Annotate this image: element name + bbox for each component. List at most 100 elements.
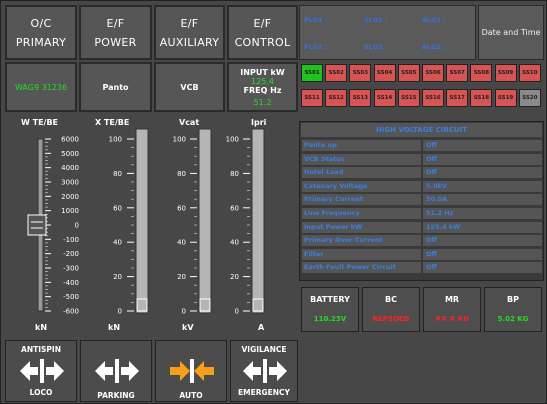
xte-tick-label: 100 [109, 136, 122, 144]
ss-button-ss11[interactable]: SS11 [301, 89, 323, 107]
arrows-outward-icon [95, 359, 139, 383]
ss-button-ss17[interactable]: SS17 [446, 89, 469, 107]
ipri-tick-label: 80 [230, 170, 239, 178]
hv-row: Earth Fault Power Circuit Off [302, 262, 542, 274]
bp-value: 5.02 KG [497, 315, 529, 323]
ipri-tick-label: 40 [230, 239, 239, 247]
alg1-label: ALG1 : [422, 16, 446, 24]
hv-row: Panto up Off [302, 140, 542, 151]
high-voltage-circuit-panel: HIGH VOLTAGE CIRCUIT Panto up Off VCB Stat… [299, 121, 544, 281]
vcat-tick-label: 20 [177, 273, 186, 281]
bc-label: BC [385, 295, 397, 304]
hv-row-label: Primary Current [302, 194, 421, 206]
hv-row-label: Panto up [302, 140, 421, 151]
xte-tick-label: 20 [113, 273, 122, 281]
hv-row: Catenary Voltage 5.0kV [302, 180, 542, 192]
fault-flags-panel: FLG1 : SLG1 : ALG1 : FLG2 : SLG2 : ALG2 … [299, 5, 476, 60]
ss-button-ss03[interactable]: SS03 [349, 64, 372, 82]
te-tick-label: -500 [63, 293, 79, 301]
hv-row-label: VCB Status [302, 153, 421, 165]
ss-button-ss02[interactable]: SS02 [325, 64, 348, 82]
date-time-text: Date and Time [481, 28, 541, 37]
hv-row-value: Off [423, 248, 542, 260]
parking-button[interactable]: PARKING [80, 340, 152, 402]
ipri-bar-track [251, 128, 265, 314]
antispin-label: ANTISPIN [21, 345, 61, 354]
hv-row-label: Filter [302, 248, 421, 260]
slg2-label: SLG2 : [364, 43, 388, 51]
ss-button-ss20[interactable]: SS20 [518, 89, 541, 107]
xte-tick-label: 60 [113, 204, 122, 212]
mr-status: MR ##.# KG [423, 287, 481, 332]
hv-row: Line Frequency 51.2 Hz [302, 208, 542, 219]
hv-circuit-title: HIGH VOLTAGE CIRCUIT [301, 123, 542, 137]
xte-bar-track [135, 128, 149, 314]
ss-button-ss01[interactable]: SS01 [301, 64, 323, 82]
hv-row-label: Earth Fault Power Circuit [302, 262, 421, 274]
te-tick-label: -600 [63, 308, 79, 316]
hv-row-value: Off [423, 167, 542, 179]
bp-label: BP [507, 295, 519, 304]
arrows-outward-icon [20, 359, 64, 383]
te-tick-label: 4000 [61, 164, 79, 172]
ss-button-ss06[interactable]: SS06 [422, 64, 444, 82]
vcat-tick-label: 0 [182, 308, 186, 316]
vcat-tick-label: 80 [177, 170, 186, 178]
ss-button-ss12[interactable]: SS12 [325, 89, 348, 107]
flg1-label: FLG1 : [304, 16, 328, 24]
xte-tick-label: 40 [113, 239, 122, 247]
battery-value: 110.23V [313, 315, 347, 323]
te-tick-label: -100 [63, 236, 79, 244]
mr-value: ##.# KG [435, 315, 469, 323]
date-time-display: Date and Time [478, 5, 544, 60]
gauge-svg: 6000500040003000200010000-100-200-300-40… [27, 128, 265, 316]
vcat-tick-label: 100 [173, 136, 186, 144]
battery-status: BATTERY 110.23V [301, 287, 359, 332]
hv-row-value: Off [423, 153, 542, 165]
arrows-inward-icon [170, 359, 214, 383]
ss-button-ss14[interactable]: SS14 [373, 89, 396, 107]
ss-button-ss04[interactable]: SS04 [373, 64, 396, 82]
arrows-outward-icon [243, 359, 287, 383]
flg2-label: FLG2 : [304, 43, 328, 51]
xte-tick-label: 0 [118, 308, 122, 316]
hv-row-value: 51.2 Hz [423, 208, 542, 219]
bp-status: BP 5.02 KG [484, 287, 542, 332]
te-tick-label: 2000 [61, 193, 79, 201]
vcat-tick-label: 60 [177, 204, 186, 212]
ss-button-ss09[interactable]: SS09 [494, 64, 517, 82]
ss-button-ss16[interactable]: SS16 [422, 89, 444, 107]
vigilance-label: VIGILANCE [241, 345, 287, 354]
te-tick-label: -300 [63, 265, 79, 273]
hv-row: Input Power kW 125.4 kW [302, 221, 542, 233]
ipri-tick-label: 60 [230, 204, 239, 212]
ss-button-ss15[interactable]: SS15 [397, 89, 420, 107]
hv-row: VCB Status Off [302, 153, 542, 165]
hv-row: Hotel Load Off [302, 167, 542, 179]
te-tick-label: 5000 [61, 150, 79, 158]
ss-button-ss19[interactable]: SS19 [494, 89, 517, 107]
hv-row: Primary Over Current Off [302, 235, 542, 247]
ss-button-ss13[interactable]: SS13 [349, 89, 372, 107]
ss-button-ss18[interactable]: SS18 [470, 89, 493, 107]
slg1-label: SLG1 : [364, 16, 388, 24]
antispin-loco-button[interactable]: ANTISPIN LOCO [5, 340, 77, 402]
te-tick-label: 1000 [61, 207, 79, 215]
ss-button-ss08[interactable]: SS08 [470, 64, 493, 82]
vigilance-emergency-button[interactable]: VIGILANCE EMERGENCY [230, 340, 298, 402]
ss-button-ss05[interactable]: SS05 [397, 64, 420, 82]
ipri-tick-label: 0 [235, 308, 239, 316]
te-slider-handle [27, 214, 47, 236]
ss-button-ss07[interactable]: SS07 [446, 64, 469, 82]
hv-row-value: Off [423, 262, 542, 274]
xte-tick-label: 80 [113, 170, 122, 178]
ss-button-ss10[interactable]: SS10 [518, 64, 541, 82]
hv-row-value: 50.0A [423, 194, 542, 206]
auto-button[interactable]: AUTO [155, 340, 227, 402]
bc-value: REPSDED [372, 315, 410, 323]
te-tick-label: 0 [75, 222, 79, 230]
ipri-tick-label: 20 [230, 273, 239, 281]
loco-label: LOCO [29, 388, 53, 397]
battery-label: BATTERY [310, 295, 350, 304]
vcat-bar-track [198, 128, 212, 314]
